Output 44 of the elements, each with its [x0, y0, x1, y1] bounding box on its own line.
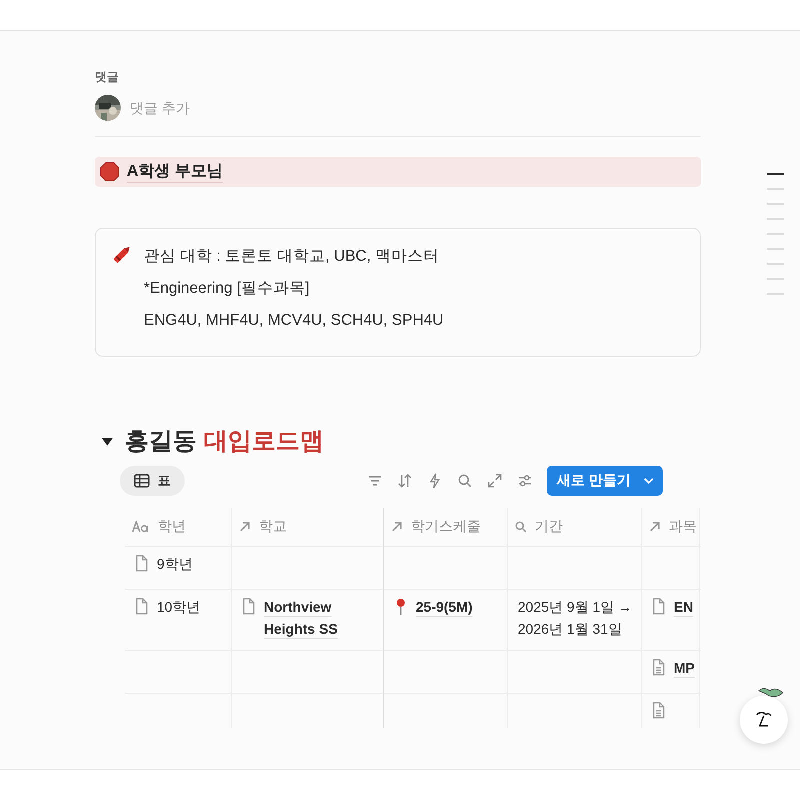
- column-header[interactable]: 학교: [259, 518, 287, 536]
- table-icon: [134, 474, 150, 488]
- new-button[interactable]: 새로 만들기: [547, 466, 663, 496]
- arrow-icon: [239, 521, 251, 533]
- column-header[interactable]: 기간: [535, 518, 563, 536]
- assistant-button[interactable]: [740, 696, 788, 744]
- table-cell-text: 9학년: [157, 555, 193, 574]
- arrow-icon: [649, 521, 661, 533]
- pushpin-icon: [394, 598, 408, 615]
- table-cell[interactable]: Northview Heights SS: [264, 596, 375, 640]
- column-header[interactable]: 과목: [669, 518, 697, 536]
- table-cell-text: 2025년 9월 1일 → 2026년 1월 31일: [518, 598, 633, 639]
- text-type-icon: [132, 521, 150, 533]
- callout-text: ENG4U, MHF4U, MCV4U, SCH4U, SPH4U: [144, 311, 444, 331]
- callout-text: 관심 대학 : 토론토 대학교, UBC, 맥마스터: [144, 247, 440, 267]
- document-icon: [652, 702, 666, 719]
- toggle-triangle-icon[interactable]: [102, 436, 113, 446]
- sort-icon[interactable]: [397, 473, 414, 489]
- comments-label: 댓글: [95, 69, 120, 86]
- page-icon: [135, 555, 149, 572]
- outline-marker[interactable]: [767, 173, 784, 175]
- expand-icon[interactable]: [487, 473, 504, 489]
- page-icon: [242, 598, 256, 615]
- leaf-icon: [758, 686, 784, 698]
- callout-title: A학생 부모님: [127, 161, 223, 183]
- document-icon: [652, 659, 666, 676]
- column-header[interactable]: 학기스케줄: [411, 518, 481, 536]
- callout-text: *Engineering [필수과목]: [144, 279, 311, 299]
- table-cell[interactable]: EN: [674, 596, 694, 618]
- table-cell[interactable]: 25-9(5M): [416, 596, 473, 618]
- section-title: 홍길동: [125, 427, 197, 457]
- table-cell[interactable]: MP: [674, 657, 695, 679]
- arrow-icon: [391, 521, 403, 533]
- page-icon: [652, 598, 666, 615]
- page-icon: [135, 598, 149, 615]
- stop-sign-icon: [100, 162, 120, 182]
- view-tab[interactable]: 표: [120, 466, 185, 496]
- search-icon[interactable]: [457, 473, 474, 489]
- column-header[interactable]: 학년: [158, 518, 186, 536]
- table-cell-text: 10학년: [157, 598, 201, 617]
- search-icon: [515, 521, 527, 533]
- section-title-accent: 대입로드맵: [204, 427, 324, 457]
- settings-icon[interactable]: [517, 473, 534, 489]
- comment-field[interactable]: 댓글 추가: [130, 100, 430, 116]
